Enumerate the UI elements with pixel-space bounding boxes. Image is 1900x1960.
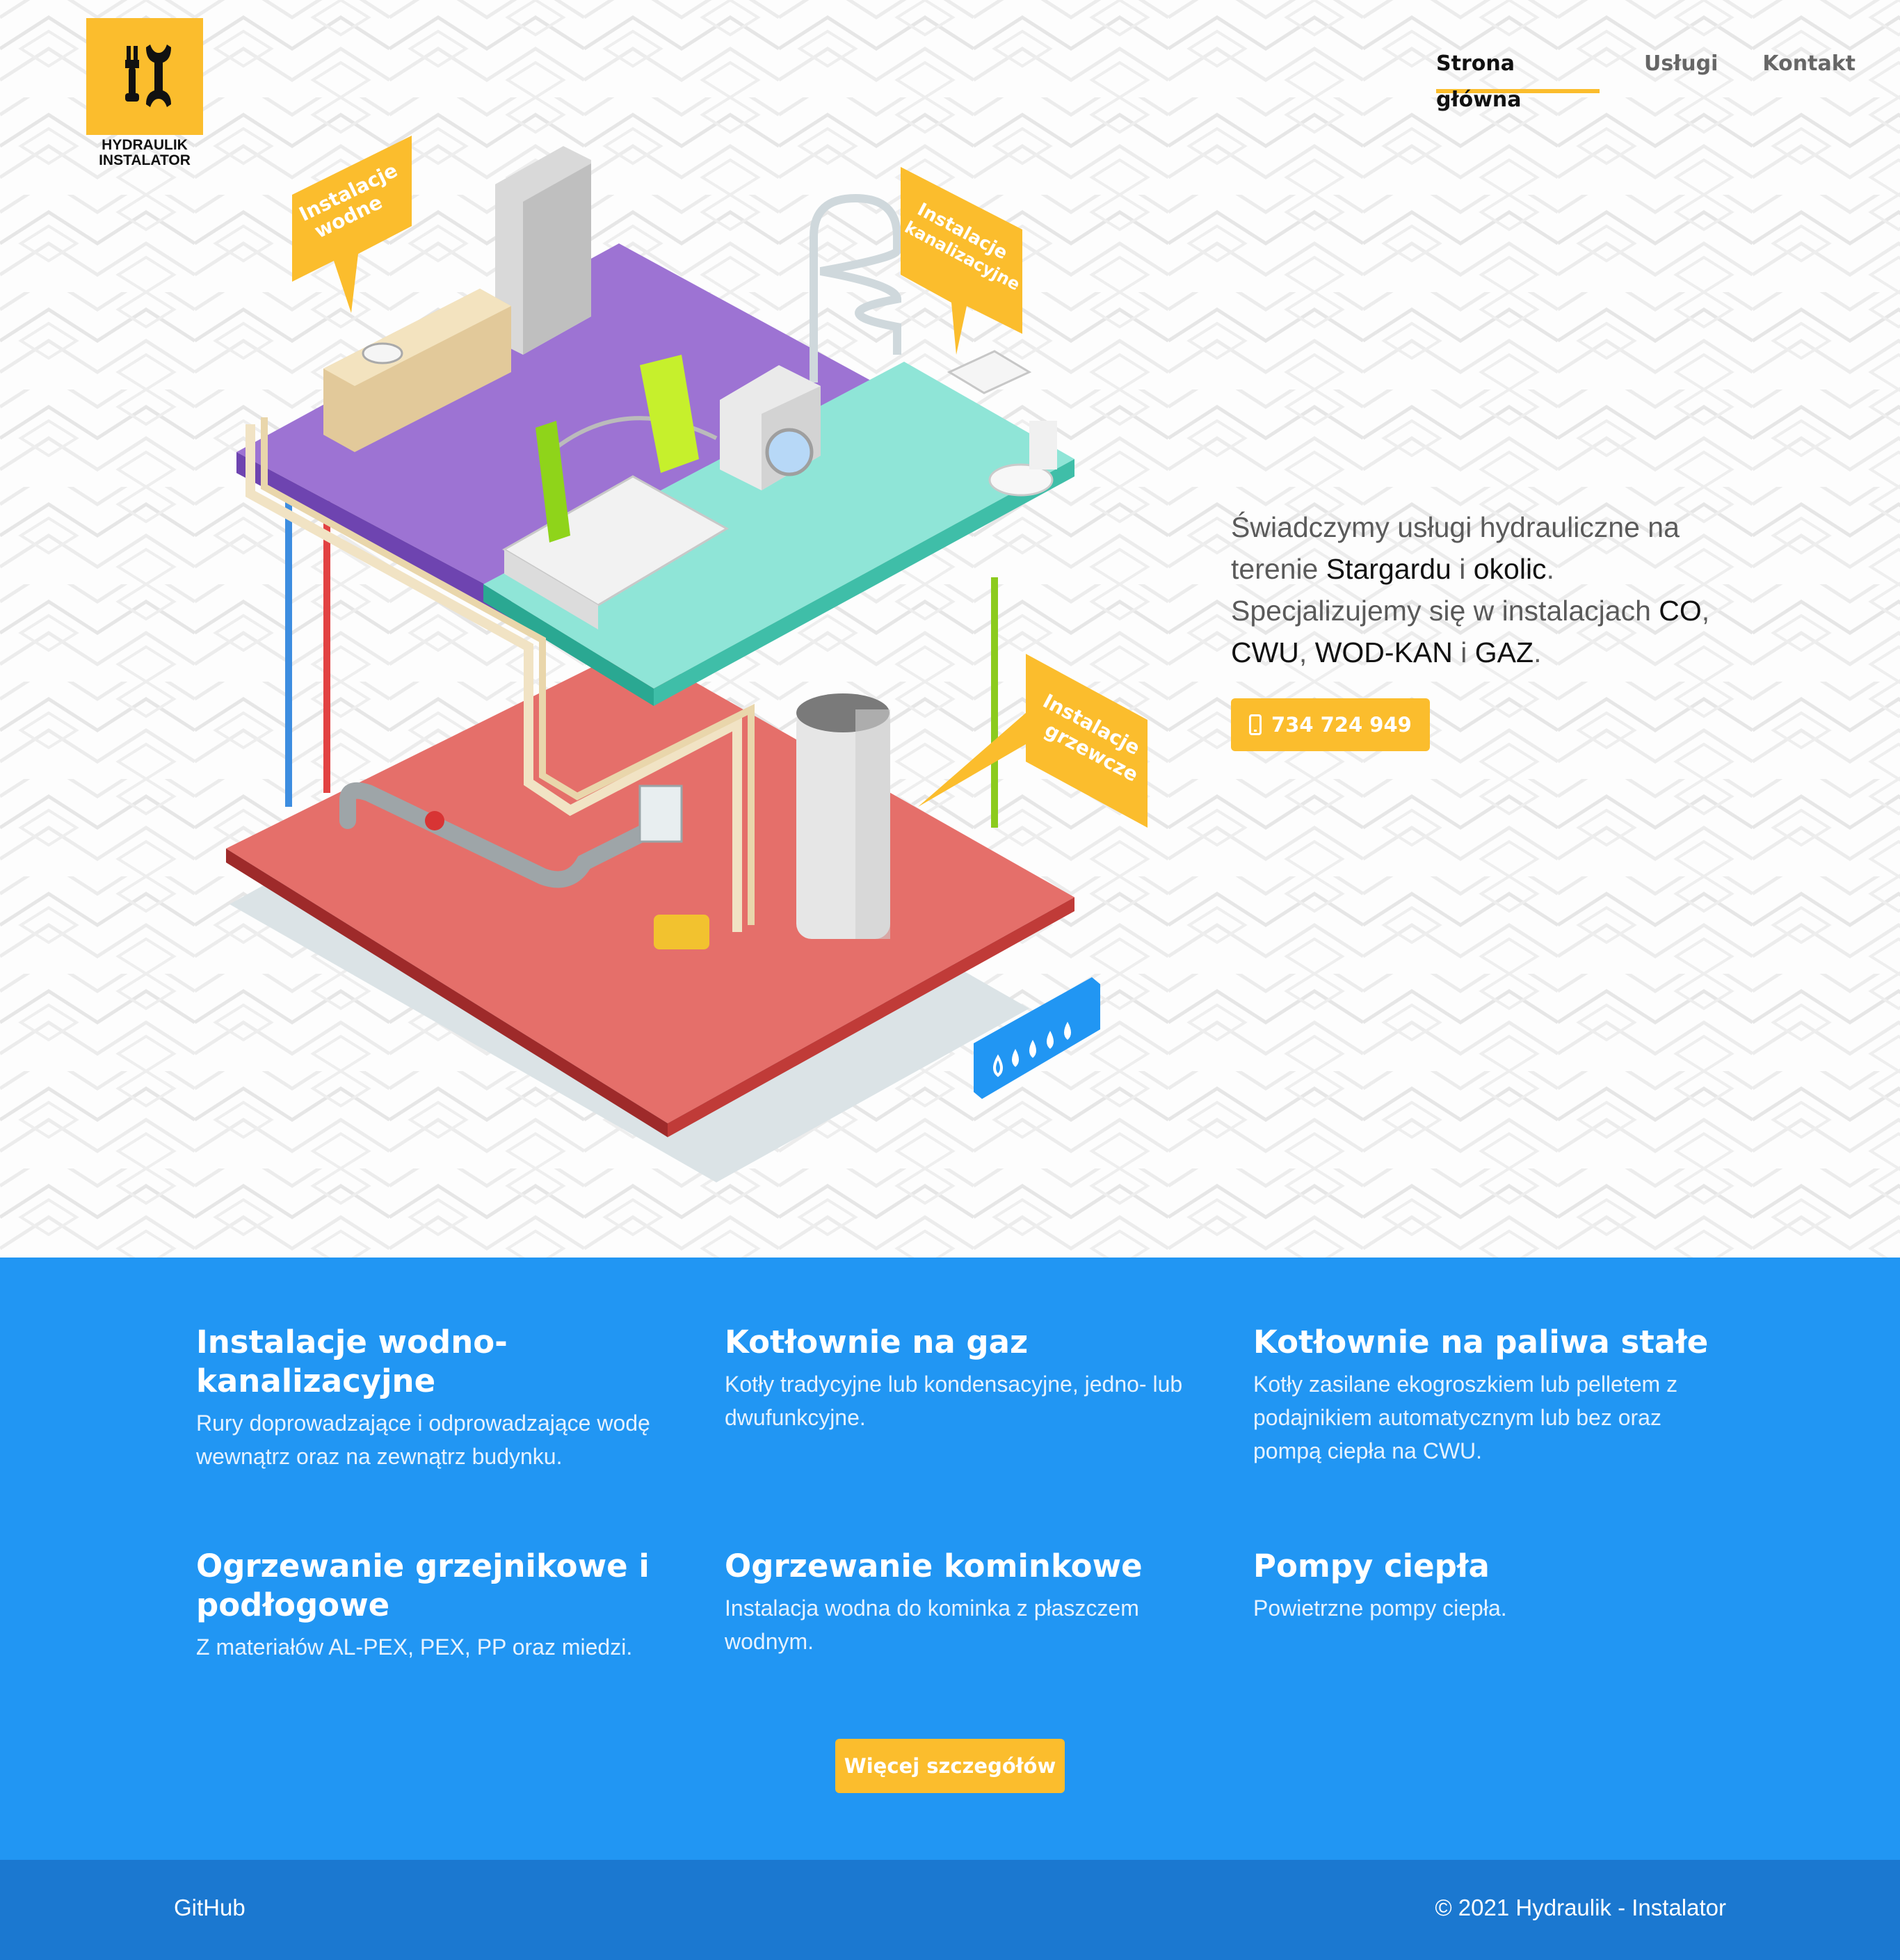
nav-link-home[interactable]: Strona główna	[1436, 46, 1600, 112]
logo[interactable]: HYDRAULIK INSTALATOR	[86, 18, 203, 168]
footer: GitHub © 2021 Hydraulik - Instalator	[0, 1860, 1900, 1960]
more-details-button[interactable]: Więcej szczegółów	[835, 1739, 1065, 1793]
main-nav: Strona główna Usługi Kontakt	[1436, 46, 1900, 112]
bubble-sewage-installations: Instalacje kanalizacyjne	[901, 167, 1023, 355]
services-section: Instalacje wodno-kanalizacyjne Rury dopr…	[0, 1258, 1900, 1860]
logo-box	[86, 18, 203, 135]
nav-link-contact[interactable]: Kontakt	[1762, 46, 1855, 93]
logo-text: HYDRAULIK INSTALATOR	[79, 138, 210, 168]
pump	[654, 915, 709, 949]
service-title: Kotłownie na paliwa stałe	[1253, 1324, 1709, 1360]
logo-text-line2: INSTALATOR	[99, 152, 191, 168]
copyright-text: © 2021 Hydraulik - Instalator	[1435, 1895, 1726, 1920]
plumbing-house-illustration: Instalacje wodne Instalacje kanalizacyjn…	[226, 136, 1148, 1182]
service-description: Kotły tradycyjne lub kondensacyjne, jedn…	[725, 1372, 1183, 1430]
bubble-heating-installations: Instalacje grzewcze	[918, 654, 1148, 828]
intro-text: Świadczymy usługi hydrauliczne na tereni…	[1231, 511, 1710, 668]
service-description: Z materiałów AL-PEX, PEX, PP oraz miedzi…	[196, 1634, 633, 1660]
service-description: Instalacja wodna do kominka z płaszczem …	[725, 1596, 1139, 1654]
service-card: Kotłownie na paliwa stałe Kotły zasilane…	[1253, 1323, 1726, 1468]
phone-button[interactable]: 734 724 949	[1231, 698, 1430, 751]
github-link[interactable]: GitHub	[174, 1895, 245, 1921]
service-title: Pompy ciepła	[1253, 1548, 1490, 1584]
service-title: Instalacje wodno-kanalizacyjne	[196, 1324, 508, 1399]
service-card: Ogrzewanie kominkowe Instalacja wodna do…	[725, 1547, 1198, 1658]
service-title: Ogrzewanie kominkowe	[725, 1548, 1143, 1584]
wrench-screwdriver-icon	[125, 45, 171, 107]
phone-number: 734 724 949	[1271, 713, 1412, 737]
service-card: Ogrzewanie grzejnikowe i podłogowe Z mat…	[196, 1547, 669, 1664]
bubble-water-installations: Instalacje wodne	[292, 136, 412, 313]
logo-text-line1: HYDRAULIK	[102, 137, 188, 153]
service-card: Pompy ciepła Powietrzne pompy ciepła.	[1253, 1547, 1726, 1625]
hero-section: HYDRAULIK INSTALATOR Strona główna Usług…	[0, 0, 1900, 1258]
intro-block: Świadczymy usługi hydrauliczne na tereni…	[1231, 506, 1732, 751]
service-title: Kotłownie na gaz	[725, 1324, 1029, 1360]
service-description: Rury doprowadzające i odprowadzające wod…	[196, 1411, 650, 1469]
service-card: Kotłownie na gaz Kotły tradycyjne lub ko…	[725, 1323, 1198, 1434]
bathroom-sink	[947, 350, 1032, 394]
service-title: Ogrzewanie grzejnikowe i podłogowe	[196, 1548, 650, 1623]
mobile-phone-icon	[1249, 714, 1262, 735]
service-description: Kotły zasilane ekogroszkiem lub pelletem…	[1253, 1372, 1678, 1463]
nav-link-services[interactable]: Usługi	[1644, 46, 1718, 93]
service-description: Powietrzne pompy ciepła.	[1253, 1596, 1507, 1621]
service-card: Instalacje wodno-kanalizacyjne Rury dopr…	[196, 1323, 669, 1473]
towel-rack	[810, 193, 902, 383]
